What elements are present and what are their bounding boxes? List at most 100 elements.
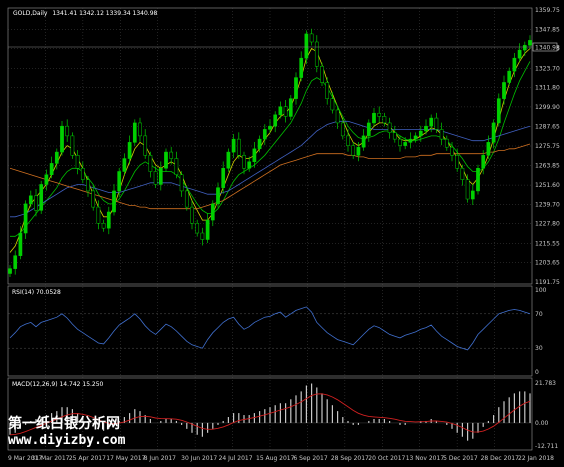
date-axis: 9 Mar 201731 Mar 2017 25 Apr 2017 17 May 2… — [8, 455, 554, 462]
rsi-tick-label: 30 — [535, 345, 543, 352]
candle-body — [75, 155, 80, 169]
candle-body — [330, 98, 335, 111]
date-tick-label: 28 Sep 2017 — [331, 455, 369, 462]
candle-body — [34, 195, 38, 211]
candle-body — [257, 138, 262, 150]
candle-body — [28, 195, 33, 205]
candle-body — [424, 125, 428, 132]
rsi-tick-label: 100 — [535, 287, 547, 294]
ohlc-values: 1341.41 1342.12 1339.34 1340.98 — [52, 10, 157, 17]
candle-body — [460, 168, 465, 180]
candle-body — [179, 174, 184, 192]
date-tick-label: 30 Jun 2017 — [181, 455, 217, 462]
candle-body — [288, 98, 293, 117]
date-tick-label: 13 Nov 2017 — [406, 455, 445, 462]
price-tick-label: 1347.85 — [535, 26, 560, 33]
candle-body — [49, 163, 54, 175]
candle-body — [299, 57, 304, 78]
price-tick-label: 1359.75 — [535, 7, 560, 14]
candle-body — [476, 168, 480, 192]
candle-body — [273, 114, 278, 127]
candle-body — [117, 171, 122, 192]
chart-canvas: 1359.751347.851335.951323.701311.801299.… — [7, 7, 560, 462]
candle-body — [158, 168, 163, 185]
candle-body — [351, 145, 356, 156]
candle-body — [366, 122, 371, 137]
candle-body — [340, 122, 345, 137]
candle-body — [54, 151, 59, 164]
candle-body — [247, 161, 252, 169]
candle-body — [195, 223, 200, 234]
watermark-title: 第一纸白银分析网 — [8, 415, 120, 432]
date-tick-label: 8 Jun 2017 — [144, 455, 176, 462]
candle-body — [309, 33, 314, 43]
candle-body — [205, 219, 210, 240]
candle-body — [335, 109, 340, 124]
candle-body — [236, 138, 241, 156]
price-tick-label: 1287.65 — [535, 124, 560, 131]
candle-body — [470, 190, 475, 200]
candle-body — [221, 168, 226, 188]
date-tick-label: 6 Sep 2017 — [293, 455, 327, 462]
price-tick-label: 1299.90 — [535, 104, 560, 111]
date-tick-label: 22 Jan 2018 — [518, 455, 554, 462]
candle-body — [65, 125, 70, 137]
candle-body — [356, 146, 361, 156]
rsi-tick-label: 70 — [535, 311, 543, 318]
candle-body — [517, 49, 522, 59]
macd-header: MACD(12,26,9) 14.742 15.250 — [12, 381, 104, 388]
candle-body — [372, 112, 376, 124]
rsi-header: RSI(14) 70.0528 — [12, 289, 61, 296]
candle-body — [361, 135, 366, 148]
candle-body — [101, 223, 106, 229]
candle-body — [502, 82, 506, 99]
watermark-url: www.diyizby.com — [8, 433, 126, 448]
candle-body — [346, 135, 350, 146]
price-tick-label: 1275.75 — [535, 143, 560, 150]
candle-body — [70, 135, 75, 156]
candle-body — [143, 135, 148, 156]
price-tick-label: 1239.70 — [535, 201, 560, 208]
candle-body — [268, 125, 272, 130]
candle-body — [408, 138, 413, 143]
candle-body — [252, 148, 257, 163]
candle-body — [13, 255, 18, 269]
candle-body — [481, 155, 486, 169]
candle-body — [39, 184, 44, 211]
candle-body — [80, 168, 85, 180]
candle-body — [112, 190, 116, 213]
candle-body — [174, 158, 179, 175]
date-tick-label: 17 May 2017 — [106, 455, 145, 462]
candle-body — [398, 138, 402, 146]
candle-body — [418, 130, 423, 137]
candle-body — [96, 206, 101, 224]
ma-line — [10, 120, 531, 218]
candle-body — [392, 132, 397, 140]
candle-body — [127, 142, 132, 159]
date-tick-label: 28 Dec 2017 — [481, 455, 520, 462]
macd-tick-label: 0.00 — [535, 420, 549, 427]
candle-body — [450, 146, 454, 156]
candle-body — [507, 70, 512, 83]
candle-body — [278, 106, 283, 116]
symbol-label: GOLD,Daily — [13, 10, 48, 17]
candle-body — [304, 33, 309, 59]
price-tick-label: 1203.65 — [535, 260, 560, 267]
price-tick-label: 1251.60 — [535, 182, 560, 189]
candle-body — [382, 116, 387, 124]
candle-body — [455, 155, 460, 169]
candle-body — [528, 40, 532, 46]
candle-body — [314, 41, 319, 67]
candle-body — [91, 190, 96, 208]
candle-body — [429, 117, 434, 127]
date-tick-label: 5 Dec 2017 — [443, 455, 478, 462]
candle-body — [522, 44, 527, 51]
price-tick-label: 1191.75 — [535, 279, 560, 286]
candle-body — [164, 151, 168, 169]
date-tick-label: 20 Oct 2017 — [368, 455, 405, 462]
candle-body — [184, 190, 189, 208]
candle-body — [200, 232, 205, 240]
candle-body — [465, 179, 470, 200]
candle-body — [132, 122, 137, 143]
date-tick-label: 24 Jul 2017 — [219, 455, 253, 462]
